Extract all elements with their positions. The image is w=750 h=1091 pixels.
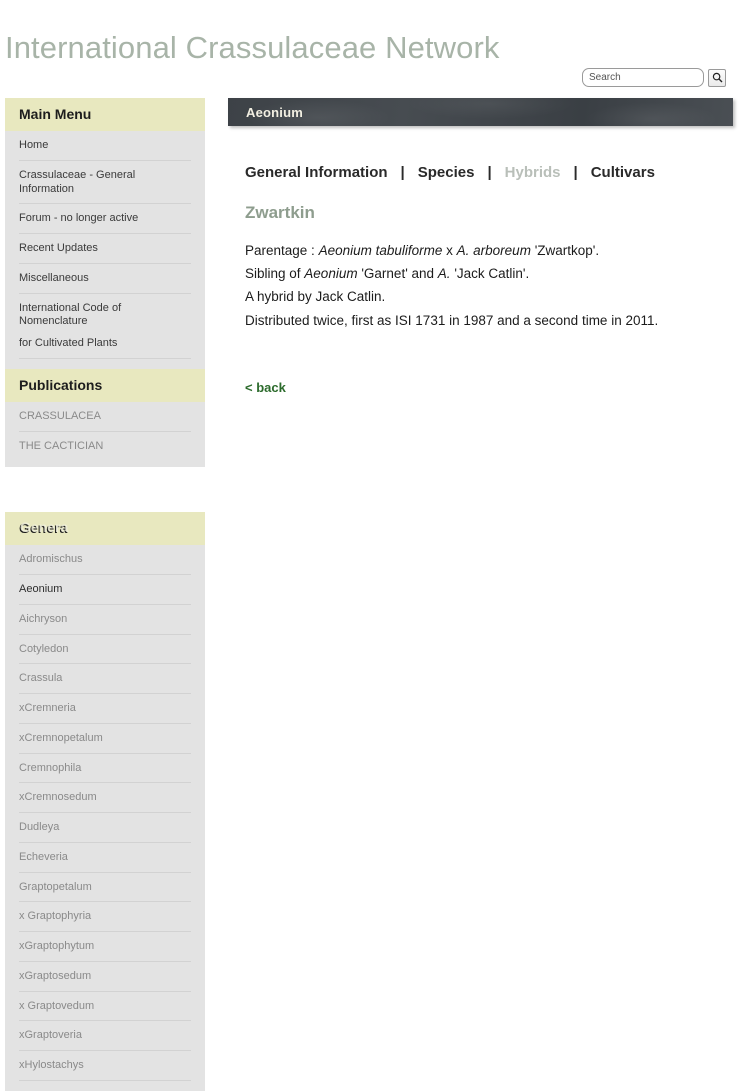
sidebar-list-main-menu: Home Crassulaceae - General Information … bbox=[5, 131, 205, 369]
sidebar-item-aichryson[interactable]: Aichryson bbox=[19, 605, 191, 635]
genus-banner: Aeonium bbox=[228, 98, 733, 126]
sidebar-list-publications: CRASSULACEA THE CACTICIAN bbox=[5, 402, 205, 468]
genus-banner-title: Aeonium bbox=[246, 104, 304, 120]
sidebar-heading-main-menu: Main Menu bbox=[5, 98, 205, 131]
sidebar: Main Menu Home Crassulaceae - General In… bbox=[5, 98, 205, 1091]
description-line: A hybrid by Jack Catlin. bbox=[245, 289, 386, 305]
sidebar-item-graptopetalum[interactable]: Graptopetalum bbox=[19, 873, 191, 903]
description-line: Sibling of Aeonium 'Garnet' and A. 'Jack… bbox=[245, 266, 530, 282]
sidebar-item-code-of-nomenclature-line2[interactable]: for Cultivated Plants bbox=[19, 333, 191, 359]
sidebar-item-code-of-nomenclature[interactable]: International Code of Nomenclature bbox=[19, 294, 191, 334]
sidebar-item-forum[interactable]: Forum - no longer active bbox=[19, 204, 191, 234]
sidebar-item-recent-updates[interactable]: Recent Updates bbox=[19, 234, 191, 264]
sidebar-item-xgraptoveria[interactable]: xGraptoveria bbox=[19, 1021, 191, 1051]
sidebar-item-the-cactician[interactable]: THE CACTICIAN bbox=[19, 432, 191, 458]
sidebar-item-adromischus[interactable]: Adromischus bbox=[19, 545, 191, 575]
sidebar-item-crassula[interactable]: Crassula bbox=[19, 664, 191, 694]
sidebar-item-x-graptovedum[interactable]: x Graptovedum bbox=[19, 992, 191, 1022]
tab-separator: | bbox=[400, 164, 405, 181]
cultivar-title: Zwartkin bbox=[245, 203, 315, 222]
cultivar-description: Parentage : Aeonium tabuliforme x A. arb… bbox=[245, 239, 733, 332]
search-input[interactable] bbox=[582, 68, 704, 87]
sidebar-panel-genera: Genera Genera Adromischus Aeonium Aichry… bbox=[5, 512, 205, 1091]
sidebar-item-xcremnopetalum[interactable]: xCremnopetalum bbox=[19, 724, 191, 754]
tab-hybrids[interactable]: Hybrids bbox=[505, 164, 561, 181]
sidebar-heading-publications: Publications bbox=[5, 368, 205, 402]
sidebar-item-xgraptosedum[interactable]: xGraptosedum bbox=[19, 962, 191, 992]
sidebar-item-aeonium[interactable]: Aeonium bbox=[19, 575, 191, 605]
sidebar-heading-genera-ghost: Genera bbox=[20, 519, 69, 536]
search-bar bbox=[582, 68, 726, 87]
sidebar-item-home[interactable]: Home bbox=[19, 131, 191, 161]
sidebar-item-xcremnosedum[interactable]: xCremnosedum bbox=[19, 783, 191, 813]
description-line: Distributed twice, first as ISI 1731 in … bbox=[245, 312, 659, 328]
sidebar-item-echeveria[interactable]: Echeveria bbox=[19, 843, 191, 873]
description-line: Parentage : Aeonium tabuliforme x A. arb… bbox=[245, 243, 600, 258]
back-link[interactable]: < back bbox=[245, 380, 286, 395]
tab-species[interactable]: Species bbox=[418, 164, 475, 181]
sidebar-item-crassulacea[interactable]: CRASSULACEA bbox=[19, 402, 191, 432]
sidebar-list-genera: Adromischus Aeonium Aichryson Cotyledon … bbox=[5, 545, 205, 1091]
sidebar-item-general-information[interactable]: Crassulaceae - General Information bbox=[19, 161, 191, 205]
tab-separator: | bbox=[573, 164, 578, 181]
sidebar-item-xcremneria[interactable]: xCremneria bbox=[19, 694, 191, 724]
sidebar-item-dudleya[interactable]: Dudleya bbox=[19, 813, 191, 843]
site-header: International Crassulaceae Network bbox=[0, 0, 750, 98]
sidebar-item-cotyledon[interactable]: Cotyledon bbox=[19, 635, 191, 665]
sidebar-item-miscellaneous[interactable]: Miscellaneous bbox=[19, 264, 191, 294]
sidebar-heading-genera: Genera Genera bbox=[5, 512, 205, 546]
sidebar-item-cremnophila[interactable]: Cremnophila bbox=[19, 754, 191, 784]
tab-cultivars[interactable]: Cultivars bbox=[591, 164, 655, 181]
page-title: International Crassulaceae Network bbox=[5, 30, 500, 65]
search-button[interactable] bbox=[708, 68, 726, 87]
tab-general-information[interactable]: General Information bbox=[245, 164, 388, 181]
sidebar-item-x-graptophyria[interactable]: x Graptophyria bbox=[19, 902, 191, 932]
section-tabs: General Information | Species | Hybrids … bbox=[245, 164, 733, 181]
sidebar-panel-publications: Publications CRASSULACEA THE CACTICIAN bbox=[5, 368, 205, 468]
sidebar-item-xhylostachys[interactable]: xHylostachys bbox=[19, 1051, 191, 1081]
sidebar-panel-main-menu: Main Menu Home Crassulaceae - General In… bbox=[5, 98, 205, 369]
tab-separator: | bbox=[487, 164, 492, 181]
main-content: Aeonium General Information | Species | … bbox=[228, 98, 733, 397]
search-icon bbox=[712, 72, 723, 83]
sidebar-item-xgraptophytum[interactable]: xGraptophytum bbox=[19, 932, 191, 962]
